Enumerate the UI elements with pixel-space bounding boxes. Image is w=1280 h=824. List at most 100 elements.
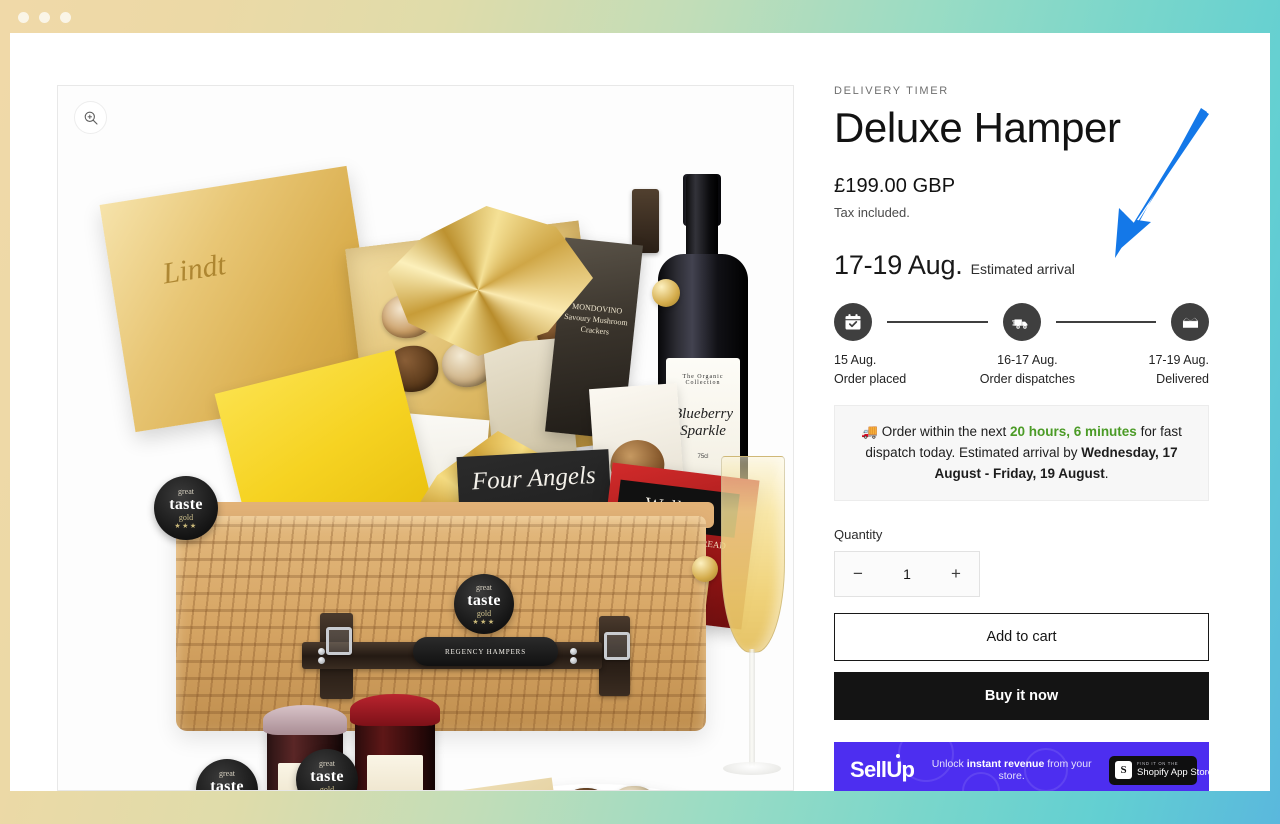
- great-taste-award-badge: great taste gold ★★★: [196, 759, 258, 790]
- quantity-label: Quantity: [834, 527, 883, 542]
- buckle: [326, 627, 352, 655]
- badge-main-text: taste: [210, 777, 244, 791]
- product-media[interactable]: The Organic Collection Blueberry Sparkle…: [57, 85, 794, 791]
- notice-text-1: Order within the next: [881, 424, 1011, 439]
- calendar-check-icon: [845, 314, 861, 330]
- truck-emoji-icon: 🚚: [861, 424, 878, 439]
- quantity-input[interactable]: 1: [881, 566, 933, 582]
- close-button[interactable]: [18, 12, 29, 23]
- page-title: Deluxe Hamper: [834, 104, 1121, 151]
- badge-main-text: taste: [310, 767, 344, 785]
- basket-strap-top: [632, 189, 659, 253]
- window-controls: [18, 12, 71, 23]
- timeline-label-delivered: 17-19 Aug. Delivered: [1149, 351, 1209, 389]
- timeline-text: Order dispatches: [979, 372, 1075, 386]
- timeline-text: Order placed: [834, 372, 907, 386]
- badge-sub-text: gold: [178, 512, 194, 522]
- zoom-image-button[interactable]: [74, 101, 107, 134]
- flute-stem: [749, 649, 755, 767]
- four-angels-brand: Four Angels: [471, 461, 597, 496]
- timeline-date: 17-19 Aug.: [1148, 353, 1209, 367]
- timeline-connector: [887, 321, 988, 323]
- sellup-logo: SellUp: [850, 754, 915, 783]
- tagline-part-1: Unlock: [931, 758, 967, 770]
- add-to-cart-button[interactable]: Add to cart: [834, 613, 1209, 661]
- quantity-stepper[interactable]: − 1 +: [834, 551, 980, 597]
- badge-small-text: great: [319, 758, 335, 768]
- window-titlebar: [0, 0, 1280, 33]
- tagline-bold: instant revenue: [966, 758, 1045, 770]
- rivet: [570, 657, 577, 664]
- lindt-paper: Lindt: [424, 777, 564, 790]
- magnify-plus-icon: [84, 111, 98, 125]
- sellup-tagline: Unlock instant revenue from your store.: [914, 758, 1109, 782]
- timeline-label-order-dispatches: 16-17 Aug. Order dispatches: [980, 351, 1075, 389]
- browser-window: The Organic Collection Blueberry Sparkle…: [0, 0, 1280, 824]
- badge-small-text: great: [476, 582, 492, 592]
- tax-note: Tax included.: [834, 205, 910, 220]
- badge-sub-text: gold: [476, 608, 492, 618]
- product-info: DELIVERY TIMER Deluxe Hamper £199.00 GBP…: [834, 85, 1209, 791]
- notice-text-3: .: [1104, 466, 1109, 481]
- jar-lid: [350, 694, 440, 726]
- product-price: £199.00 GBP: [834, 175, 956, 197]
- buckle: [604, 632, 630, 660]
- countdown-timer: 20 hours, 6 minutes: [1010, 424, 1137, 439]
- shopify-app-store-badge[interactable]: S FIND IT ON THE Shopify App Store: [1109, 755, 1209, 785]
- timeline-connector: [1055, 321, 1156, 323]
- gold-wrapped-sweet: [652, 279, 680, 307]
- great-taste-award-badge: great taste gold ★★★: [454, 574, 514, 634]
- badge-main-text: taste: [169, 495, 203, 513]
- timeline-label-order-placed: 15 Aug. Order placed: [834, 351, 906, 389]
- hamper-nameplate-text: REGENCY HAMPERS: [444, 647, 527, 656]
- product-page: The Organic Collection Blueberry Sparkle…: [10, 33, 1270, 791]
- timeline-step-delivered: [1171, 303, 1209, 341]
- hamper-nameplate: REGENCY HAMPERS: [413, 637, 558, 666]
- vendor-eyebrow: DELIVERY TIMER: [834, 85, 949, 97]
- timeline-labels: 15 Aug. Order placed 16-17 Aug. Order di…: [834, 351, 1209, 389]
- badge-sub-text: gold: [319, 784, 335, 791]
- timeline-date: 16-17 Aug.: [997, 353, 1058, 367]
- jam-jar: [350, 694, 440, 790]
- delivery-truck-icon: [1012, 318, 1028, 329]
- timeline-step-order-placed: [834, 303, 872, 341]
- estimated-arrival-label: Estimated arrival: [970, 261, 1075, 277]
- badge-small-text: great: [178, 486, 194, 496]
- page-viewport: The Organic Collection Blueberry Sparkle…: [10, 33, 1270, 791]
- badge-small-text: great: [219, 768, 235, 778]
- rivet: [318, 657, 325, 664]
- rivet: [570, 648, 577, 655]
- timeline-text: Delivered: [1156, 372, 1209, 386]
- jar-label: [367, 755, 423, 790]
- timeline-step-order-dispatches: [1002, 303, 1041, 341]
- flute-bowl: [721, 456, 785, 653]
- delivery-timeline: 15 Aug. Order placed 16-17 Aug. Order di…: [834, 301, 1209, 386]
- great-taste-award-badge: great taste gold ★★★: [154, 476, 218, 540]
- badge-stars: ★★★: [174, 521, 198, 530]
- badge-main-label: Shopify App Store: [1137, 767, 1209, 779]
- champagne-flute: [713, 456, 791, 790]
- badge-main-text: taste: [467, 591, 501, 609]
- bottle-neck: [686, 174, 718, 266]
- quantity-decrease-button[interactable]: −: [835, 552, 881, 596]
- estimated-arrival-date: 17-19 Aug.: [834, 250, 963, 280]
- maximize-button[interactable]: [60, 12, 71, 23]
- mondovino-label: MONDOVINO Savoury Mushroom Crackers: [563, 301, 629, 337]
- bottle-brand: The Organic Collection: [682, 374, 724, 386]
- sellup-logo-text: SellUp: [850, 757, 915, 782]
- dispatch-notice: 🚚 Order within the next 20 hours, 6 minu…: [834, 405, 1209, 501]
- product-image[interactable]: The Organic Collection Blueberry Sparkle…: [58, 86, 793, 790]
- badge-small-label: FIND IT ON THE: [1137, 761, 1179, 767]
- buy-it-now-button[interactable]: Buy it now: [834, 672, 1209, 720]
- quantity-increase-button[interactable]: +: [933, 552, 979, 596]
- minimize-button[interactable]: [39, 12, 50, 23]
- rivet: [318, 648, 325, 655]
- jar-lid: [263, 705, 347, 735]
- flute-foot: [723, 762, 781, 775]
- open-box-icon: [1182, 317, 1198, 328]
- gold-wrapped-sweet: [692, 556, 718, 582]
- app-store-text: FIND IT ON THE Shopify App Store: [1137, 761, 1209, 779]
- timeline-icons: [834, 301, 1209, 343]
- estimated-arrival-row: 17-19 Aug. Estimated arrival: [834, 250, 1209, 281]
- sellup-banner[interactable]: SellUp Unlock instant revenue from your …: [834, 742, 1209, 791]
